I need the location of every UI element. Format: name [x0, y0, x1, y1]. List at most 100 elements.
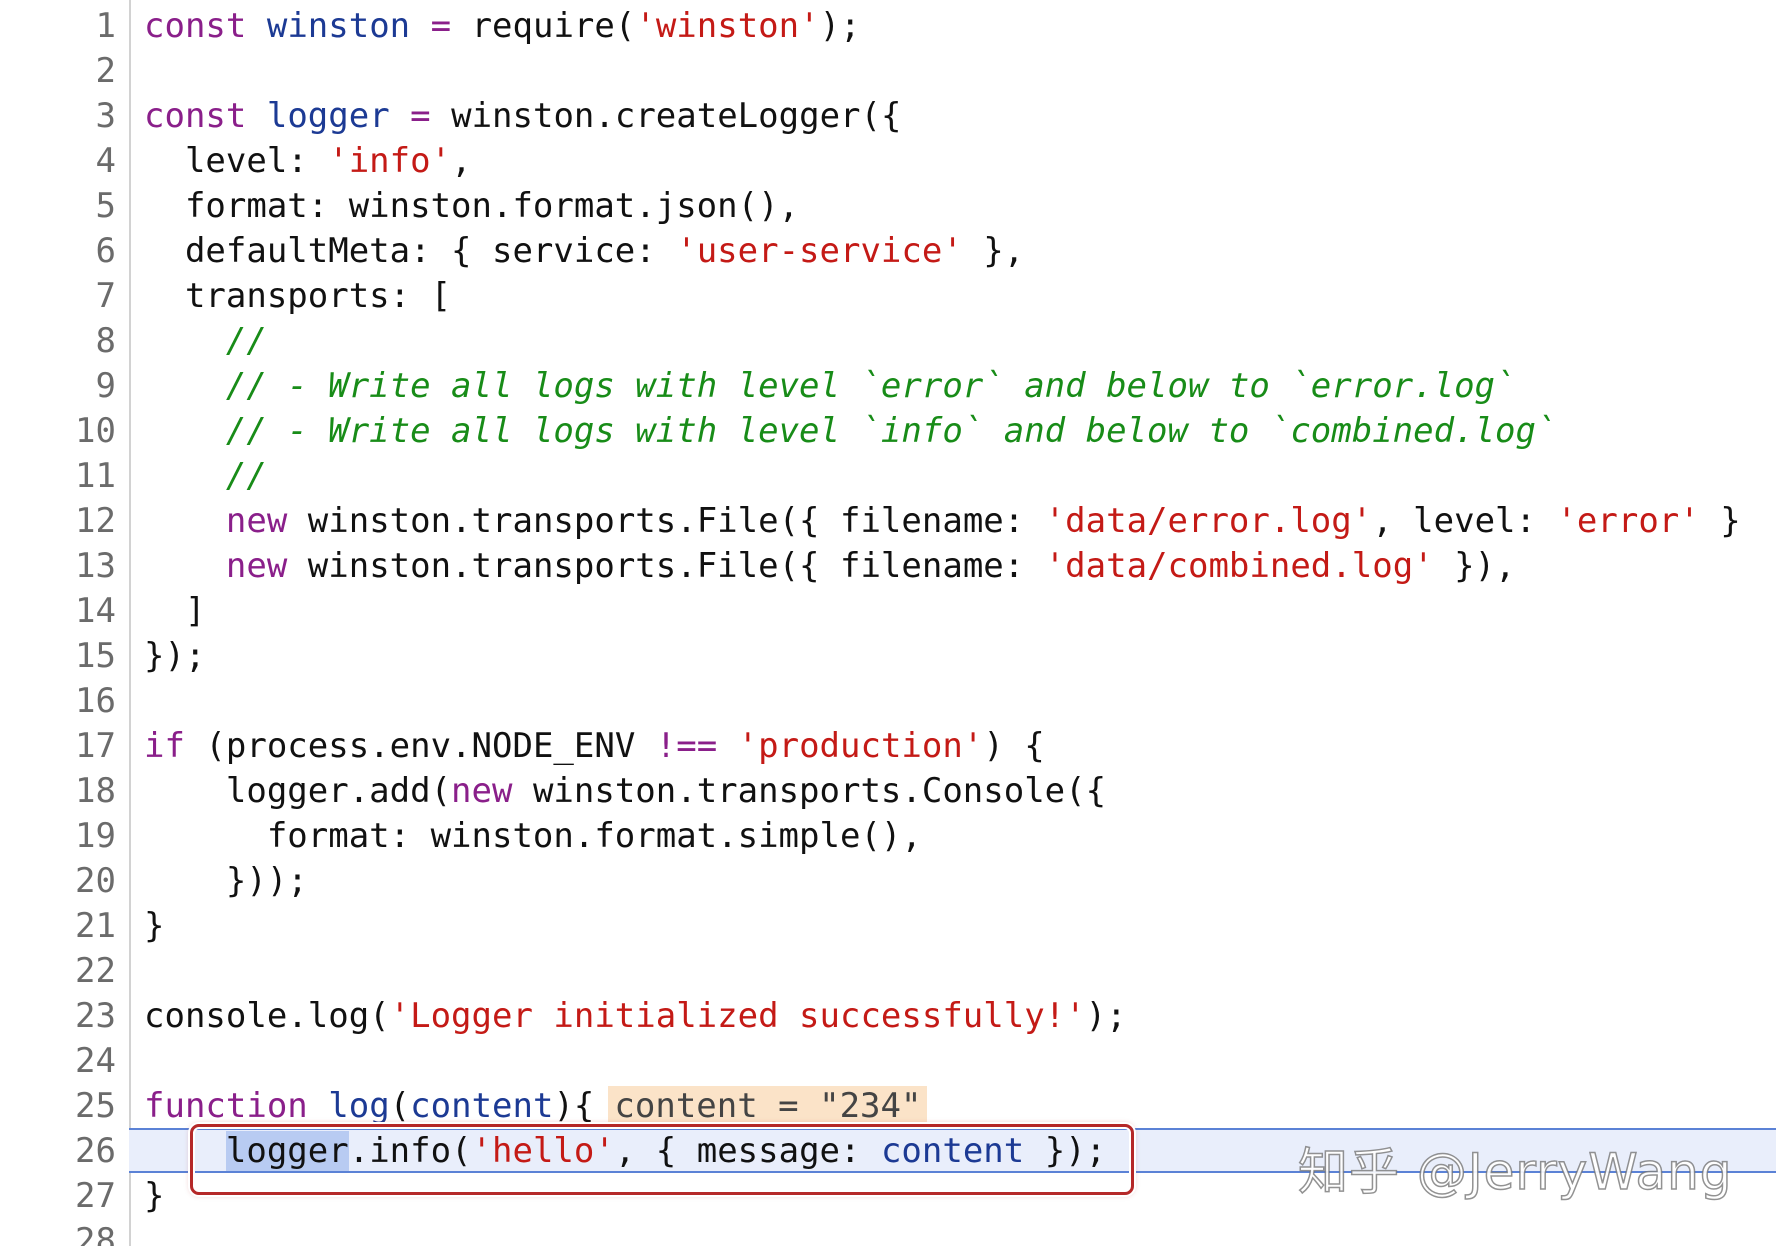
- line-number[interactable]: 4: [0, 139, 116, 184]
- line-number[interactable]: 25: [0, 1084, 116, 1129]
- code-token: (process.env.NODE_ENV: [184, 726, 656, 766]
- line-code[interactable]: const logger = winston.createLogger({: [144, 94, 901, 139]
- line-number[interactable]: 5: [0, 184, 116, 229]
- line-code[interactable]: function log(content){content = "234": [144, 1084, 928, 1129]
- line-number[interactable]: 10: [0, 409, 116, 454]
- code-token: new: [451, 771, 513, 811]
- line-number[interactable]: 17: [0, 724, 116, 769]
- code-token: 'data/combined.log': [1044, 546, 1434, 586]
- line-number[interactable]: 23: [0, 994, 116, 1039]
- code-token: content: [410, 1086, 554, 1126]
- line-number[interactable]: 24: [0, 1039, 116, 1084]
- line-number[interactable]: 2: [0, 49, 116, 94]
- line-number[interactable]: 28: [0, 1219, 116, 1246]
- line-code[interactable]: // - Write all logs with level `error` a…: [144, 364, 1516, 409]
- line-code[interactable]: if (process.env.NODE_ENV !== 'production…: [144, 724, 1045, 769]
- code-token: , { message:: [614, 1131, 881, 1171]
- code-token: },: [962, 231, 1025, 271]
- code-token: new: [225, 546, 288, 586]
- code-token: defaultMeta: { service:: [144, 231, 677, 271]
- line-number[interactable]: 9: [0, 364, 116, 409]
- code-token: ,: [451, 141, 472, 181]
- line-number[interactable]: 27: [0, 1174, 116, 1219]
- line-number[interactable]: 7: [0, 274, 116, 319]
- line-number[interactable]: 11: [0, 454, 116, 499]
- line-code[interactable]: }));: [144, 859, 308, 904]
- line-number[interactable]: 22: [0, 949, 116, 994]
- line-number[interactable]: 21: [0, 904, 116, 949]
- line-number[interactable]: 19: [0, 814, 116, 859]
- line-number[interactable]: 20: [0, 859, 116, 904]
- line-code[interactable]: format: winston.format.simple(),: [144, 814, 922, 859]
- line-code[interactable]: }: [144, 904, 164, 949]
- code-token: 'user-service': [676, 231, 963, 271]
- code-token: (: [389, 1086, 411, 1126]
- line-code[interactable]: });: [144, 634, 205, 679]
- line-number[interactable]: 14: [0, 589, 116, 634]
- code-token: });: [144, 636, 206, 676]
- code-token: ) {: [983, 726, 1045, 766]
- code-token: const: [144, 96, 247, 136]
- code-editor[interactable]: 1 const winston = require('winston'); 2 3 co…: [0, 0, 1776, 1246]
- code-token: format: winston.format.json(),: [144, 186, 800, 226]
- line-code[interactable]: logger.info('hello', { message: content …: [144, 1129, 1106, 1174]
- code-token: =: [410, 96, 431, 136]
- code-token: logger.add(: [144, 771, 452, 811]
- code-token: =: [430, 6, 452, 46]
- code-token: ]: [144, 591, 206, 631]
- line-number[interactable]: 12: [0, 499, 116, 544]
- line-code[interactable]: logger.add(new winston.transports.Consol…: [144, 769, 1106, 814]
- code-token: );: [819, 6, 861, 46]
- line-code[interactable]: transports: [: [144, 274, 451, 319]
- line-code[interactable]: defaultMeta: { service: 'user-service' }…: [144, 229, 1024, 274]
- line-number[interactable]: 6: [0, 229, 116, 274]
- code-token: winston.transports.File({ filename:: [287, 546, 1045, 586]
- code-token: if: [144, 726, 185, 766]
- line-number[interactable]: 18: [0, 769, 116, 814]
- line-number[interactable]: 15: [0, 634, 116, 679]
- line-code[interactable]: //: [144, 319, 267, 364]
- code-token: });: [1024, 1131, 1107, 1171]
- code-token: .info(: [348, 1131, 472, 1171]
- line-code[interactable]: ]: [144, 589, 205, 634]
- line-code[interactable]: new winston.transports.File({ filename: …: [144, 544, 1516, 589]
- line-number[interactable]: 1: [0, 4, 116, 49]
- line-number[interactable]: 8: [0, 319, 116, 364]
- code-token: format: winston.format.simple(),: [144, 816, 922, 856]
- code-token: !==: [655, 726, 718, 766]
- code-token: transports: [: [144, 276, 452, 316]
- line-code[interactable]: console.log('Logger initialized successf…: [144, 994, 1127, 1039]
- code-token: winston.transports.File({ filename:: [287, 501, 1045, 541]
- code-token: log: [328, 1086, 390, 1126]
- code-token: winston.createLogger({: [430, 96, 902, 136]
- code-token: content: [880, 1131, 1025, 1171]
- line-code[interactable]: const winston = require('winston');: [144, 4, 861, 49]
- line-code[interactable]: format: winston.format.json(),: [144, 184, 799, 229]
- line-number[interactable]: 13: [0, 544, 116, 589]
- line-number[interactable]: 26: [0, 1129, 116, 1174]
- line-code[interactable]: level: 'info',: [144, 139, 472, 184]
- gutter-divider: [129, 0, 131, 1246]
- line-code[interactable]: //: [144, 454, 267, 499]
- code-token: // - Write all logs with level `info` an…: [225, 411, 1557, 451]
- line-code[interactable]: new winston.transports.File({ filename: …: [144, 499, 1741, 544]
- code-token: 'info': [328, 141, 452, 181]
- code-token: }));: [144, 861, 308, 901]
- line-number[interactable]: 3: [0, 94, 116, 139]
- line-number[interactable]: 16: [0, 679, 116, 724]
- code-token: level:: [144, 141, 329, 181]
- line-code[interactable]: }: [144, 1174, 164, 1219]
- code-token: logger: [266, 96, 390, 136]
- code-token: require(: [451, 6, 636, 46]
- line-code[interactable]: // - Write all logs with level `info` an…: [144, 409, 1557, 454]
